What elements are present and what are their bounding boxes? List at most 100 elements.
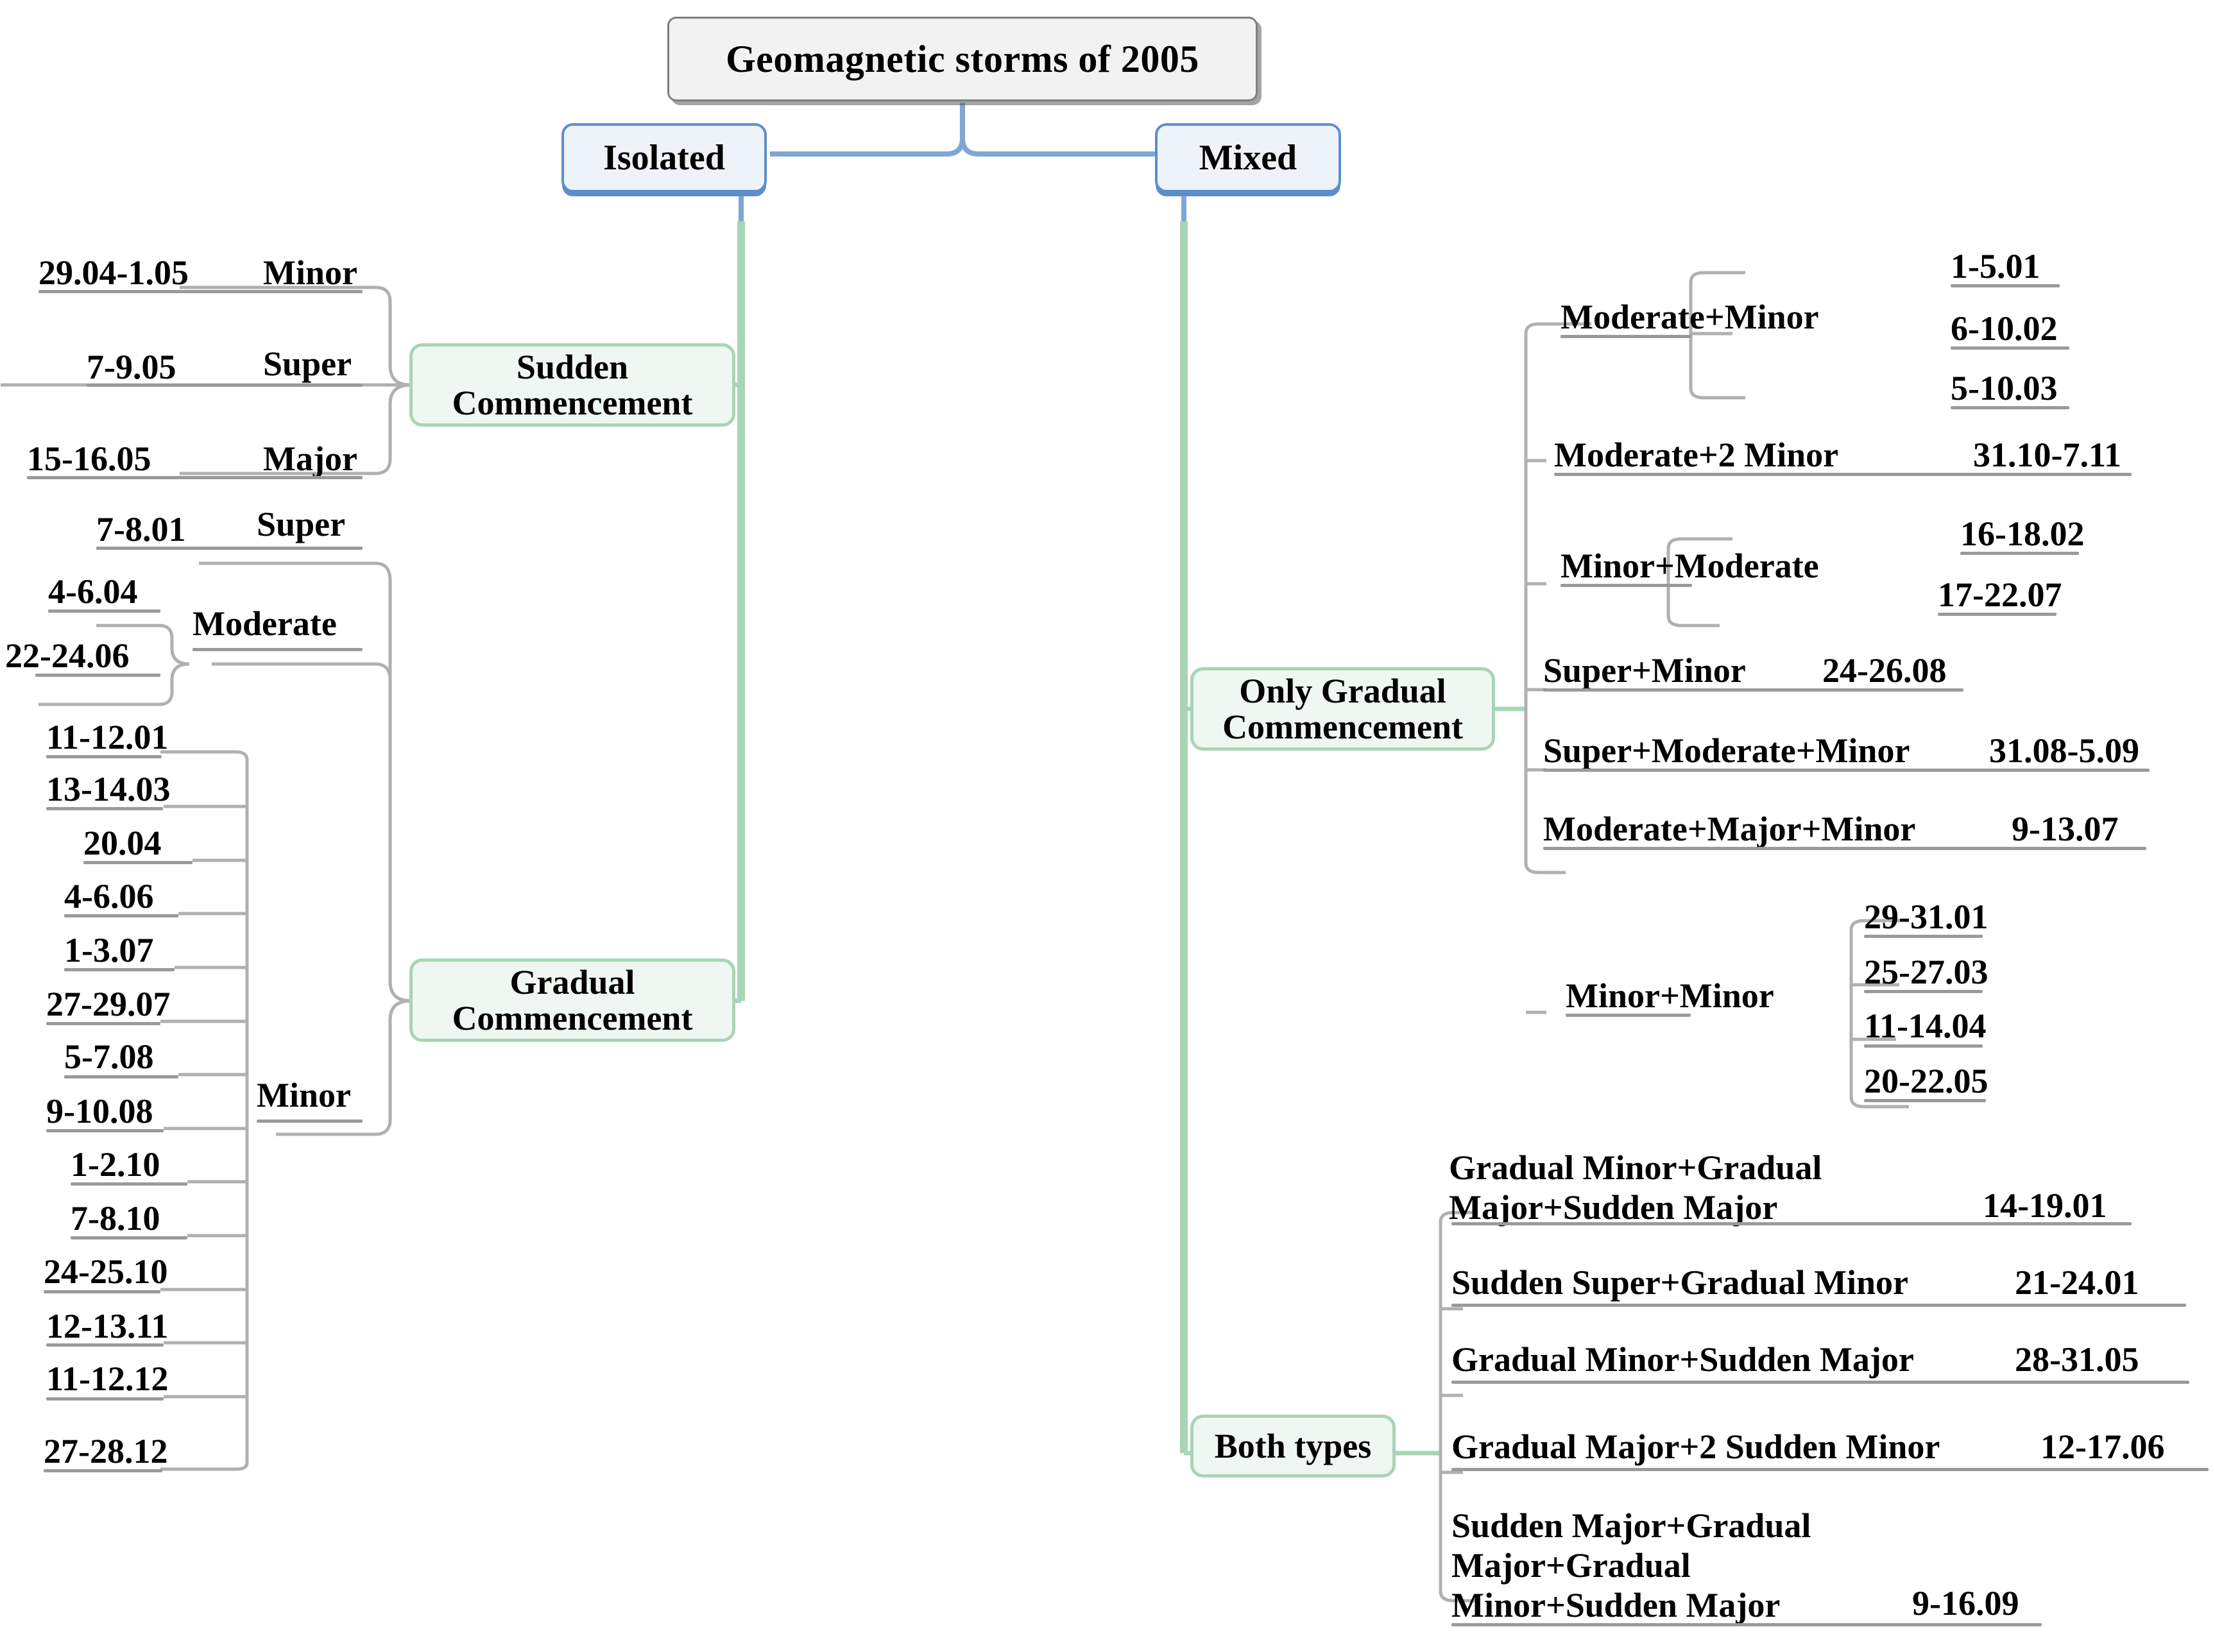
- underline-moderate-d0: [48, 609, 160, 613]
- sudden-class-major: Major: [263, 439, 357, 478]
- gradual-date-moderate-0: 4-6.04: [48, 572, 138, 611]
- node-both-types[interactable]: Both types: [1190, 1415, 1396, 1477]
- root-node[interactable]: Geomagnetic storms of 2005: [667, 17, 1258, 101]
- branch-isolated[interactable]: Isolated: [561, 123, 767, 192]
- underline-minor-d8: [71, 1182, 187, 1186]
- bt-combo-2-date: 28-31.05: [2015, 1340, 2139, 1379]
- og-combo-6-date-1: 25-27.03: [1864, 953, 1988, 991]
- underline-bt-combo-0: [1451, 1222, 2132, 1225]
- gradual-minor-date-3: 4-6.06: [64, 877, 154, 915]
- underline-og-combo-1: [1554, 473, 2132, 476]
- bt-combo-3-line1: Gradual Major+2 Sudden Minor: [1451, 1427, 1940, 1466]
- sudden-date-major-0: 15-16.05: [27, 439, 151, 478]
- gradual-minor-date-1: 13-14.03: [46, 770, 171, 808]
- og-combo-1-date: 31.10-7.11: [1973, 436, 2122, 474]
- underline-og-combo-0: [1561, 335, 1692, 338]
- underline-minor-d2: [83, 861, 192, 864]
- og-combo-2-name: Minor+Moderate: [1561, 547, 1819, 585]
- og-combo-5-date: 9-13.07: [2012, 810, 2119, 848]
- gradual-minor-date-10: 24-25.10: [44, 1252, 168, 1291]
- og-combo-6-date-3: 20-22.05: [1864, 1062, 1988, 1100]
- og-combo-3-name: Super+Minor: [1543, 651, 1746, 690]
- underline-gradual-super: [96, 547, 363, 550]
- og-combo-6-name: Minor+Minor: [1566, 976, 1774, 1015]
- underline-minor-d11: [46, 1343, 164, 1347]
- gradual-minor-date-12: 11-12.12: [46, 1359, 169, 1398]
- underline-og-combo-3: [1543, 688, 1963, 692]
- gradual-minor-date-5: 27-29.07: [46, 985, 171, 1023]
- og-combo-5-name: Moderate+Major+Minor: [1543, 810, 1916, 848]
- sudden-date-super-0: 7-9.05: [87, 348, 176, 386]
- underline-minor-d4: [64, 968, 175, 971]
- underline-og-combo-2: [1561, 584, 1692, 587]
- underline-og-c0-d2: [1951, 406, 2069, 409]
- bt-combo-4-date: 9-16.09: [1912, 1584, 2019, 1622]
- node-only-gradual-commencement[interactable]: Only Gradual Commencement: [1190, 667, 1495, 751]
- sudden-date-minor-0: 29.04-1.05: [38, 253, 189, 292]
- bt-combo-3-date: 12-17.06: [2040, 1427, 2165, 1466]
- bt-combo-4-line2: Major+Gradual: [1451, 1546, 1691, 1585]
- underline-minor-d7: [46, 1129, 164, 1132]
- bt-combo-4-line1: Sudden Major+Gradual: [1451, 1506, 1811, 1545]
- bt-combo-2-line1: Gradual Minor+Sudden Major: [1451, 1340, 1914, 1379]
- underline-bt-combo-2: [1451, 1381, 2189, 1384]
- underline-og-c0-d0: [1951, 284, 2060, 287]
- underline-minor-d13: [44, 1469, 162, 1472]
- underline-minor-d0: [46, 755, 162, 758]
- gradual-class-super: Super: [257, 505, 346, 543]
- og-combo-0-date-1: 6-10.02: [1951, 309, 2058, 348]
- underline-minor-d5: [46, 1022, 160, 1025]
- underline-og-c6-d1: [1864, 990, 1983, 993]
- bt-combo-1-line1: Sudden Super+Gradual Minor: [1451, 1263, 1908, 1302]
- root-label: Geomagnetic storms of 2005: [726, 37, 1199, 80]
- underline-og-c2-d0: [1960, 552, 2079, 555]
- og-combo-0-date-0: 1-5.01: [1951, 247, 2040, 285]
- gradual-minor-date-4: 1-3.07: [64, 931, 154, 969]
- og-combo-0-name: Moderate+Minor: [1561, 298, 1819, 336]
- underline-og-c0-d1: [1951, 346, 2069, 350]
- underline-og-c2-d1: [1938, 613, 2057, 616]
- branch-mixed-label: Mixed: [1199, 137, 1297, 178]
- both-types-label: Both types: [1214, 1426, 1372, 1465]
- gradual-commencement-label-2: Commencement: [452, 999, 693, 1037]
- underline-minor-d6: [64, 1075, 178, 1078]
- branch-mixed[interactable]: Mixed: [1155, 123, 1341, 192]
- bt-combo-0-line1: Gradual Minor+Gradual: [1449, 1148, 1822, 1187]
- sudden-class-super: Super: [263, 345, 352, 383]
- gradual-commencement-label-1: Gradual: [509, 962, 635, 1001]
- gradual-minor-date-9: 7-8.10: [71, 1199, 160, 1238]
- bt-combo-0-date: 14-19.01: [1983, 1186, 2107, 1225]
- sudden-commencement-label-1: Sudden: [516, 347, 629, 386]
- underline-og-combo-6: [1566, 1014, 1691, 1017]
- underline-gradual-moderate: [192, 648, 363, 651]
- gradual-minor-date-13: 27-28.12: [44, 1432, 168, 1470]
- gradual-minor-date-6: 5-7.08: [64, 1037, 154, 1076]
- gradual-minor-date-8: 1-2.10: [71, 1145, 160, 1184]
- og-combo-4-date: 31.08-5.09: [1989, 731, 2139, 770]
- og-combo-0-date-2: 5-10.03: [1951, 369, 2058, 407]
- gradual-date-super-0: 7-8.01: [96, 510, 186, 549]
- underline-sudden-super: [87, 384, 363, 387]
- underline-og-c6-d2: [1864, 1044, 1983, 1048]
- branch-isolated-label: Isolated: [603, 137, 725, 178]
- og-combo-6-date-0: 29-31.01: [1864, 898, 1988, 936]
- gradual-minor-date-2: 20.04: [83, 824, 162, 862]
- node-gradual-commencement[interactable]: Gradual Commencement: [409, 958, 735, 1042]
- underline-og-combo-5: [1543, 847, 2146, 850]
- underline-gradual-minor: [257, 1120, 363, 1123]
- bt-combo-0-line2: Major+Sudden Major: [1449, 1188, 1778, 1227]
- only-gradual-label-1: Only Gradual: [1239, 671, 1446, 710]
- node-sudden-commencement[interactable]: Sudden Commencement: [409, 343, 735, 427]
- og-combo-2-date-0: 16-18.02: [1960, 515, 2085, 553]
- gradual-minor-date-0: 11-12.01: [46, 718, 169, 756]
- underline-bt-combo-4: [1451, 1623, 2042, 1626]
- gradual-date-moderate-1: 22-24.06: [5, 636, 130, 675]
- underline-og-combo-4: [1543, 769, 2150, 772]
- sudden-commencement-label-2: Commencement: [452, 384, 693, 422]
- gradual-class-moderate: Moderate: [192, 604, 337, 643]
- underline-og-c6-d0: [1864, 935, 1983, 938]
- underline-og-c6-d3: [1864, 1099, 1986, 1102]
- underline-minor-d12: [46, 1397, 164, 1401]
- og-combo-6-date-2: 11-14.04: [1864, 1007, 1987, 1045]
- underline-sudden-major: [27, 476, 363, 479]
